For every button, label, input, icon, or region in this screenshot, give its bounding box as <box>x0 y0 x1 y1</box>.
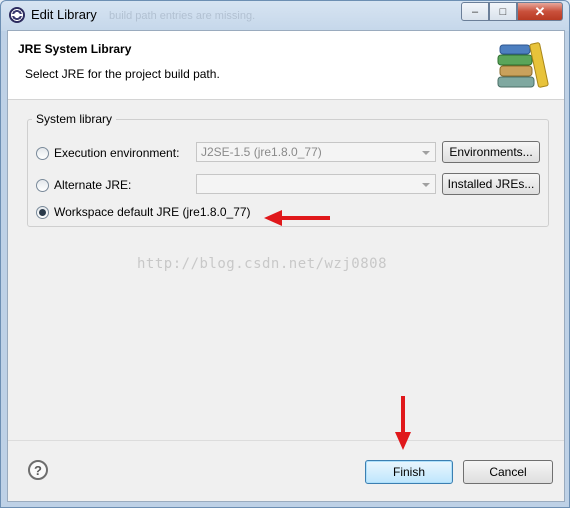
radio-workspace-default-jre[interactable]: Workspace default JRE (jre1.8.0_77) <box>36 205 251 219</box>
red-arrow-left-icon <box>264 210 330 226</box>
minimize-button[interactable]: – <box>461 2 489 21</box>
radio-alternate-jre[interactable]: Alternate JRE: <box>36 178 131 192</box>
cancel-button[interactable]: Cancel <box>463 460 553 484</box>
combo-value: J2SE-1.5 (jre1.8.0_77) <box>201 145 322 159</box>
group-label: System library <box>32 112 117 126</box>
maximize-button[interactable]: □ <box>489 2 517 21</box>
dialog-body: JRE System Library Select JRE for the pr… <box>7 30 565 502</box>
alternate-jre-combo[interactable] <box>196 174 436 194</box>
radio-label: Workspace default JRE (jre1.8.0_77) <box>54 205 251 219</box>
watermark-text: http://blog.csdn.net/wzj0808 <box>137 256 388 272</box>
separator <box>8 440 564 441</box>
installed-jres-button[interactable]: Installed JREs... <box>442 173 540 195</box>
chevron-down-icon <box>422 151 430 155</box>
radio-label: Alternate JRE: <box>54 178 132 192</box>
window-title: Edit Library <box>31 7 97 22</box>
radio-button[interactable] <box>36 146 49 160</box>
radio-button-selected[interactable] <box>36 205 49 219</box>
eclipse-icon <box>9 7 25 23</box>
wizard-header: JRE System Library Select JRE for the pr… <box>8 31 564 100</box>
title-bar[interactable]: Edit Library build path entries are miss… <box>1 1 569 29</box>
page-description: Select JRE for the project build path. <box>25 67 220 81</box>
execution-environment-combo[interactable]: J2SE-1.5 (jre1.8.0_77) <box>196 142 436 162</box>
background-window-text: build path entries are missing. <box>109 10 256 22</box>
close-button[interactable]: ✕ <box>517 2 563 21</box>
books-icon <box>497 42 549 88</box>
environments-button[interactable]: Environments... <box>442 141 540 163</box>
chevron-down-icon <box>422 183 430 187</box>
page-title: JRE System Library <box>18 42 132 56</box>
window-controls: – □ ✕ <box>461 2 563 21</box>
radio-label: Execution environment: <box>54 146 180 160</box>
finish-button[interactable]: Finish <box>365 460 453 484</box>
edit-library-dialog: Edit Library build path entries are miss… <box>0 0 570 508</box>
red-arrow-down-icon <box>395 396 411 450</box>
radio-button[interactable] <box>36 178 49 192</box>
radio-execution-environment[interactable]: Execution environment: <box>36 146 179 160</box>
help-icon[interactable]: ? <box>28 460 48 480</box>
